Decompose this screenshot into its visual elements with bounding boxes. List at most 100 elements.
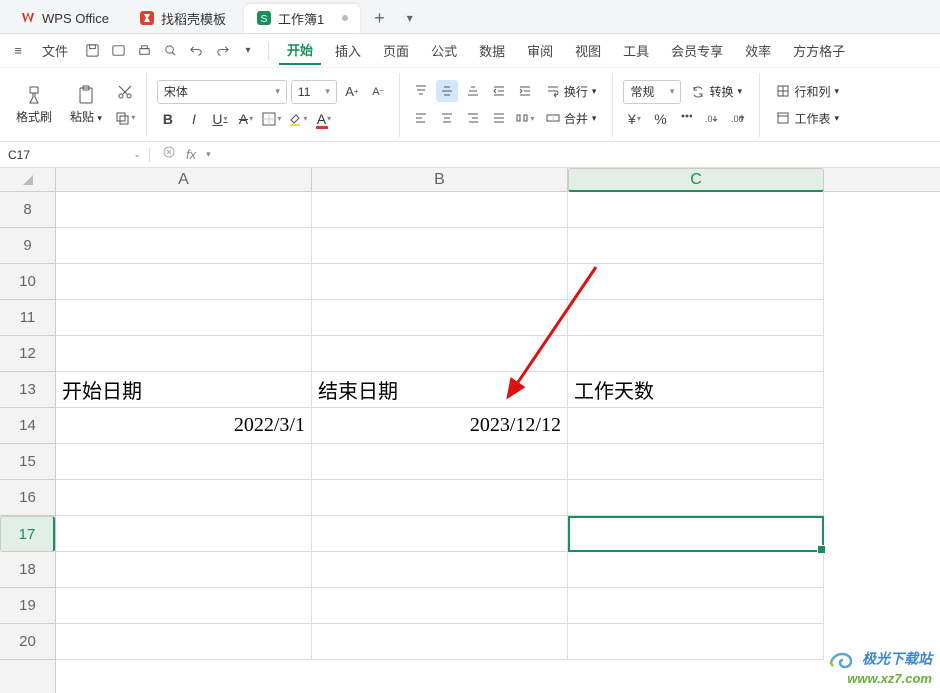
cell-C14[interactable] bbox=[568, 408, 824, 444]
align-top-button[interactable] bbox=[410, 80, 432, 102]
align-justify-button[interactable] bbox=[488, 107, 510, 129]
menu-file[interactable]: 文件 bbox=[34, 37, 76, 64]
paste-button[interactable]: 粘贴 ▾ bbox=[64, 80, 108, 129]
cell-C13[interactable]: 工作天数 bbox=[568, 372, 824, 408]
row-header[interactable]: 9 bbox=[0, 228, 55, 264]
preview-icon[interactable] bbox=[160, 41, 180, 61]
row-header[interactable]: 15 bbox=[0, 444, 55, 480]
app-tab-wps[interactable]: WPS Office bbox=[8, 5, 121, 31]
row-header[interactable]: 18 bbox=[0, 552, 55, 588]
rows-cols-button[interactable]: 行和列▾ bbox=[770, 80, 845, 103]
italic-button[interactable]: I bbox=[183, 108, 205, 130]
group-clipboard: 格式刷 粘贴 ▾ ▾ bbox=[10, 73, 147, 137]
name-box[interactable]: C17 ⌄ bbox=[0, 148, 150, 162]
cell-B13[interactable]: 结束日期 bbox=[312, 372, 568, 408]
fmt-label: 常规 bbox=[630, 83, 654, 100]
increase-font-button[interactable]: A+ bbox=[341, 81, 363, 103]
align-right-button[interactable] bbox=[462, 107, 484, 129]
col-header-B[interactable]: B bbox=[312, 168, 568, 191]
menu-ffgz[interactable]: 方方格子 bbox=[785, 37, 853, 64]
app-tab-template[interactable]: 找稻壳模板 bbox=[127, 4, 238, 33]
row-header[interactable]: 20 bbox=[0, 624, 55, 660]
fx-caret-icon[interactable]: ▾ bbox=[206, 149, 211, 160]
row-header[interactable]: 11 bbox=[0, 300, 55, 336]
font-color-button[interactable]: A▾ bbox=[313, 108, 335, 130]
menu-member[interactable]: 会员专享 bbox=[663, 37, 731, 64]
copy-button[interactable]: ▾ bbox=[114, 107, 136, 129]
decrease-font-button[interactable]: A− bbox=[367, 81, 389, 103]
indent-decrease-button[interactable] bbox=[488, 80, 510, 102]
rowscols-icon bbox=[776, 84, 790, 98]
merge-cells-button[interactable]: 合并▾ bbox=[540, 107, 603, 130]
border-button[interactable]: ▾ bbox=[261, 108, 283, 130]
menu-view[interactable]: 视图 bbox=[567, 37, 609, 64]
col-header-C[interactable]: C bbox=[568, 168, 824, 192]
row-header[interactable]: 10 bbox=[0, 264, 55, 300]
print-icon[interactable] bbox=[134, 41, 154, 61]
row-header[interactable]: 12 bbox=[0, 336, 55, 372]
redo-icon[interactable] bbox=[212, 41, 232, 61]
menu-formula[interactable]: 公式 bbox=[423, 37, 465, 64]
app-tab-workbook[interactable]: S 工作簿1 bbox=[244, 4, 360, 33]
row-header[interactable]: 19 bbox=[0, 588, 55, 624]
undo-icon[interactable] bbox=[186, 41, 206, 61]
row-headers: 8 9 10 11 12 13 14 15 16 17 18 19 20 bbox=[0, 192, 56, 693]
number-format-select[interactable]: 常规▾ bbox=[623, 80, 681, 104]
comma-style-button[interactable] bbox=[675, 108, 697, 130]
row-header[interactable]: 17 bbox=[0, 516, 55, 552]
menu-page[interactable]: 页面 bbox=[375, 37, 417, 64]
tab-menu-button[interactable]: ▾ bbox=[399, 11, 421, 25]
cancel-icon[interactable] bbox=[162, 145, 176, 164]
worksheet-button[interactable]: 工作表▾ bbox=[770, 107, 845, 130]
indent-increase-button[interactable] bbox=[514, 80, 536, 102]
wrap-text-button[interactable]: 换行▾ bbox=[540, 80, 603, 103]
font-select[interactable]: 宋体▾ bbox=[157, 80, 287, 104]
currency-button[interactable]: ¥▾ bbox=[623, 108, 645, 130]
underline-button[interactable]: U▾ bbox=[209, 108, 231, 130]
align-bottom-button[interactable] bbox=[462, 80, 484, 102]
fill-color-button[interactable]: ▾ bbox=[287, 108, 309, 130]
btn-label: 行和列 bbox=[794, 83, 830, 100]
percent-button[interactable]: % bbox=[649, 108, 671, 130]
cell-A13[interactable]: 开始日期 bbox=[56, 372, 312, 408]
font-size-select[interactable]: 11▾ bbox=[291, 80, 337, 104]
wm-line2: www.xz7.com bbox=[847, 671, 932, 686]
fx-icon[interactable]: fx bbox=[186, 147, 196, 162]
menu-insert[interactable]: 插入 bbox=[327, 37, 369, 64]
align-center-button[interactable] bbox=[436, 107, 458, 129]
quick-menu-caret-icon[interactable]: ▾ bbox=[238, 41, 258, 61]
format-painter-button[interactable]: 格式刷 bbox=[10, 80, 58, 129]
sheet-icon: S bbox=[256, 10, 272, 26]
hamburger-icon[interactable]: ≡ bbox=[8, 41, 28, 61]
decrease-decimal-button[interactable]: .0 bbox=[701, 108, 723, 130]
bold-button[interactable]: B bbox=[157, 108, 179, 130]
menu-data[interactable]: 数据 bbox=[471, 37, 513, 64]
menu-review[interactable]: 审阅 bbox=[519, 37, 561, 64]
select-all-corner[interactable] bbox=[0, 168, 56, 191]
font-name: 宋体 bbox=[164, 83, 188, 100]
menu-efficiency[interactable]: 效率 bbox=[737, 37, 779, 64]
menu-tools[interactable]: 工具 bbox=[615, 37, 657, 64]
cell-grid[interactable]: 开始日期 结束日期 工作天数 2022/3/1 2023/12/12 bbox=[56, 192, 824, 693]
row-header[interactable]: 14 bbox=[0, 408, 55, 444]
menu-start[interactable]: 开始 bbox=[279, 36, 321, 65]
distribute-button[interactable]: ▾ bbox=[514, 107, 536, 129]
row-header[interactable]: 16 bbox=[0, 480, 55, 516]
align-middle-button[interactable] bbox=[436, 80, 458, 102]
font-size: 11 bbox=[298, 85, 310, 99]
cell-reference: C17 bbox=[8, 148, 30, 162]
row-header[interactable]: 8 bbox=[0, 192, 55, 228]
align-left-button[interactable] bbox=[410, 107, 432, 129]
new-icon[interactable] bbox=[108, 41, 128, 61]
strikethrough-button[interactable]: A▾ bbox=[235, 108, 257, 130]
col-header-A[interactable]: A bbox=[56, 168, 312, 191]
add-tab-button[interactable]: + bbox=[366, 8, 393, 29]
menu-bar: ≡ 文件 ▾ 开始 插入 页面 公式 数据 审阅 视图 工具 会员专享 效率 方… bbox=[0, 34, 940, 68]
cell-B14[interactable]: 2023/12/12 bbox=[312, 408, 568, 444]
convert-button[interactable]: 转换▾ bbox=[685, 80, 748, 103]
save-icon[interactable] bbox=[82, 41, 102, 61]
increase-decimal-button[interactable]: .00 bbox=[727, 108, 749, 130]
row-header[interactable]: 13 bbox=[0, 372, 55, 408]
cut-button[interactable] bbox=[114, 81, 136, 103]
cell-A14[interactable]: 2022/3/1 bbox=[56, 408, 312, 444]
